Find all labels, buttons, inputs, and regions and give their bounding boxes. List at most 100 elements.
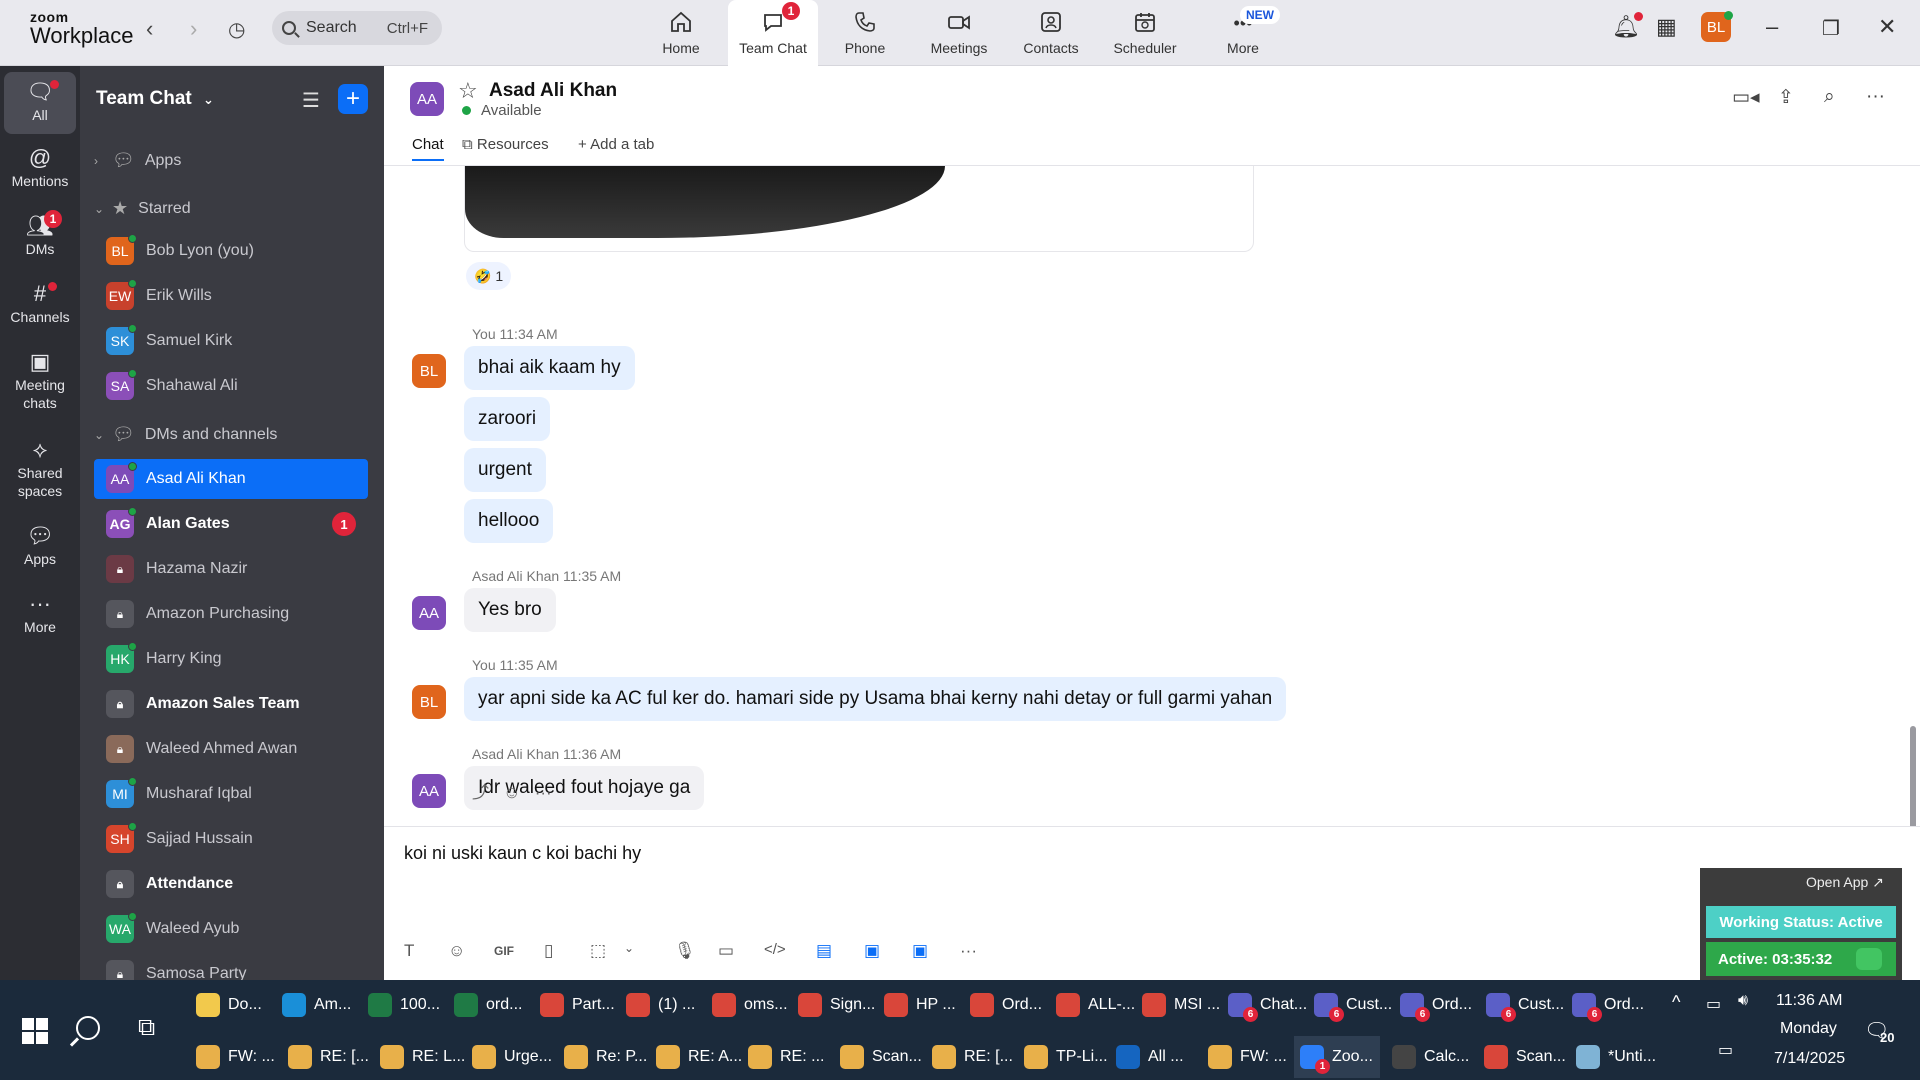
emoji-react-icon[interactable]: ☺ xyxy=(503,783,520,802)
rail-apps[interactable]: 💬︎ Apps xyxy=(4,522,76,568)
app-icon-1[interactable]: ▤ xyxy=(816,941,832,961)
battery-icon[interactable]: ▭ xyxy=(1706,994,1721,1014)
taskbar-item[interactable]: 6 Ord... xyxy=(1394,984,1474,1026)
message-avatar[interactable]: AA xyxy=(412,774,446,808)
rail-channels[interactable]: # Channels xyxy=(4,280,76,326)
section-dms[interactable]: ⌄ 💬︎ DMs and channels xyxy=(94,424,277,445)
history-icon[interactable]: ◷ xyxy=(228,17,245,42)
tab-contacts[interactable]: Contacts xyxy=(1006,0,1096,66)
taskbar-item[interactable]: FW: ... xyxy=(190,1036,276,1078)
taskbar-item[interactable]: RE: L... xyxy=(374,1036,465,1078)
screenshot-dropdown-icon[interactable]: ⌄ xyxy=(624,941,634,955)
rail-dms[interactable]: 👥︎ DMs 1 xyxy=(4,210,76,258)
taskbar-item[interactable]: RE: [... xyxy=(282,1036,369,1078)
task-view-icon[interactable]: ⧉ xyxy=(138,1014,155,1042)
app-icon-2[interactable]: ▣ xyxy=(864,941,880,961)
rail-shared-spaces[interactable]: ⟡ Shared spaces xyxy=(4,436,76,500)
message-bubble[interactable]: Yes bro xyxy=(464,588,556,632)
taskbar-item[interactable]: 100... xyxy=(362,984,442,1026)
contact-avatar[interactable]: AA xyxy=(410,82,444,116)
back-arrow-icon[interactable]: ‹ xyxy=(146,16,153,42)
taskbar-search-icon[interactable] xyxy=(76,1016,100,1040)
sidebar-contact[interactable]: AG Alan Gates 1 xyxy=(94,504,368,544)
windows-start-icon[interactable] xyxy=(22,1018,48,1044)
tray-chevron-icon[interactable]: ^ xyxy=(1672,992,1680,1013)
taskbar-item[interactable]: RE: A... xyxy=(650,1036,742,1078)
message-bubble[interactable]: bhai aik kaam hy xyxy=(464,346,635,390)
tab-team-chat[interactable]: Team Chat 1 xyxy=(728,0,818,66)
taskbar-item[interactable]: 6 Chat... xyxy=(1222,984,1307,1026)
video-message-icon[interactable]: ▭ xyxy=(718,941,734,961)
taskbar-item[interactable]: oms... xyxy=(706,984,788,1026)
taskbar-item[interactable]: FW: ... xyxy=(1202,1036,1288,1078)
reaction-chip[interactable]: 🤣 1 xyxy=(466,262,512,290)
tab-home[interactable]: Home xyxy=(636,0,726,66)
sidebar-contact[interactable]: AA Asad Ali Khan xyxy=(94,459,368,499)
tab-phone[interactable]: Phone xyxy=(820,0,910,66)
star-outline-icon[interactable]: ☆ xyxy=(458,78,478,104)
message-bubble[interactable]: hellooo xyxy=(464,499,554,543)
code-icon[interactable]: </> xyxy=(764,941,786,958)
tab-chat[interactable]: Chat xyxy=(412,136,444,161)
sidebar-contact[interactable]: BL Bob Lyon (you) xyxy=(94,231,368,271)
sidebar-contact[interactable]: SA Shahawal Ali xyxy=(94,366,368,406)
share-screen-icon[interactable]: ⇪ xyxy=(1778,86,1794,109)
search-bar[interactable]: Search Ctrl+F xyxy=(272,11,442,45)
taskbar-item[interactable]: Sign... xyxy=(792,984,875,1026)
taskbar-item[interactable]: Am... xyxy=(276,984,356,1026)
more-actions-icon[interactable]: ··· xyxy=(535,783,552,802)
tab-meetings[interactable]: Meetings xyxy=(914,0,1004,66)
taskbar-item[interactable]: TP-Li... xyxy=(1018,1036,1108,1078)
taskbar-item[interactable]: All ... xyxy=(1110,1036,1196,1078)
taskbar-item[interactable]: *Unti... xyxy=(1570,1036,1656,1078)
taskbar-item[interactable]: (1) ... xyxy=(620,984,700,1026)
screenshot-icon[interactable]: ⬚ xyxy=(590,941,606,961)
taskbar-item[interactable]: Scan... xyxy=(1478,1036,1566,1078)
add-button[interactable]: + xyxy=(338,84,368,114)
tab-add[interactable]: + Add a tab xyxy=(578,136,654,153)
taskbar-item[interactable]: Urge... xyxy=(466,1036,552,1078)
sidebar-contact[interactable]: 🔒︎ Amazon Sales Team xyxy=(94,684,368,724)
sidebar-contact[interactable]: WA Waleed Ayub xyxy=(94,909,368,949)
rail-all[interactable]: 🗨︎ All xyxy=(4,72,76,134)
file-icon[interactable]: ▯ xyxy=(544,941,553,961)
forward-arrow-icon[interactable]: › xyxy=(190,16,197,42)
gif-icon[interactable]: GIF xyxy=(494,944,514,958)
clock-time[interactable]: 11:36 AM xyxy=(1776,992,1842,1010)
restore-icon[interactable]: ❐ xyxy=(1822,16,1840,41)
tab-scheduler[interactable]: Scheduler xyxy=(1100,0,1190,66)
taskbar-item[interactable]: RE: ... xyxy=(742,1036,828,1078)
more-options-icon[interactable]: ··· xyxy=(1866,86,1885,108)
volume-icon[interactable]: 🔊︎ xyxy=(1738,992,1748,1010)
taskbar-item[interactable]: HP ... xyxy=(878,984,958,1026)
message-input[interactable]: koi ni uski kaun c koi bachi hy xyxy=(404,843,641,864)
message-avatar[interactable]: AA xyxy=(412,596,446,630)
sidebar-contact[interactable]: EW Erik Wills xyxy=(94,276,368,316)
app-icon-3[interactable]: ▣ xyxy=(912,941,928,961)
sidebar-contact[interactable]: 🔒︎ Amazon Purchasing xyxy=(94,594,368,634)
message-bubble[interactable]: yar apni side ka AC ful ker do. hamari s… xyxy=(464,677,1287,721)
taskbar-item[interactable]: 6 Cust... xyxy=(1480,984,1564,1026)
taskbar-item[interactable]: 6 Cust... xyxy=(1308,984,1392,1026)
minimize-icon[interactable]: – xyxy=(1766,14,1778,40)
reply-icon[interactable]: ⤴ xyxy=(472,783,489,802)
taskbar-item[interactable]: RE: [... xyxy=(926,1036,1013,1078)
message-avatar[interactable]: BL xyxy=(412,685,446,719)
taskbar-item[interactable]: 6 Ord... xyxy=(1566,984,1646,1026)
filter-icon[interactable]: ☰ xyxy=(302,88,320,113)
sidebar-contact[interactable]: 🔒︎ Hazama Nazir xyxy=(94,549,368,589)
taskbar-item[interactable]: Re: P... xyxy=(558,1036,647,1078)
message-bubble[interactable]: zaroori xyxy=(464,397,551,441)
display-icon[interactable]: ▭ xyxy=(1718,1040,1733,1060)
emoji-icon[interactable]: ☺ xyxy=(448,941,465,961)
message-avatar[interactable]: BL xyxy=(412,354,446,388)
search-icon[interactable]: ⌕ xyxy=(1824,86,1835,108)
open-app-link[interactable]: Open App ↗ xyxy=(1806,874,1884,891)
taskbar-item[interactable]: Ord... xyxy=(964,984,1044,1026)
section-apps[interactable]: › 💬︎ Apps xyxy=(94,150,181,171)
contact-name[interactable]: Asad Ali Khan xyxy=(489,80,617,102)
filter-status-icon[interactable] xyxy=(1856,948,1882,970)
taskbar-item[interactable]: ALL-... xyxy=(1050,984,1135,1026)
sidebar-contact[interactable]: 🔒︎ Attendance xyxy=(94,864,368,904)
taskbar-item[interactable]: Do... xyxy=(190,984,270,1026)
